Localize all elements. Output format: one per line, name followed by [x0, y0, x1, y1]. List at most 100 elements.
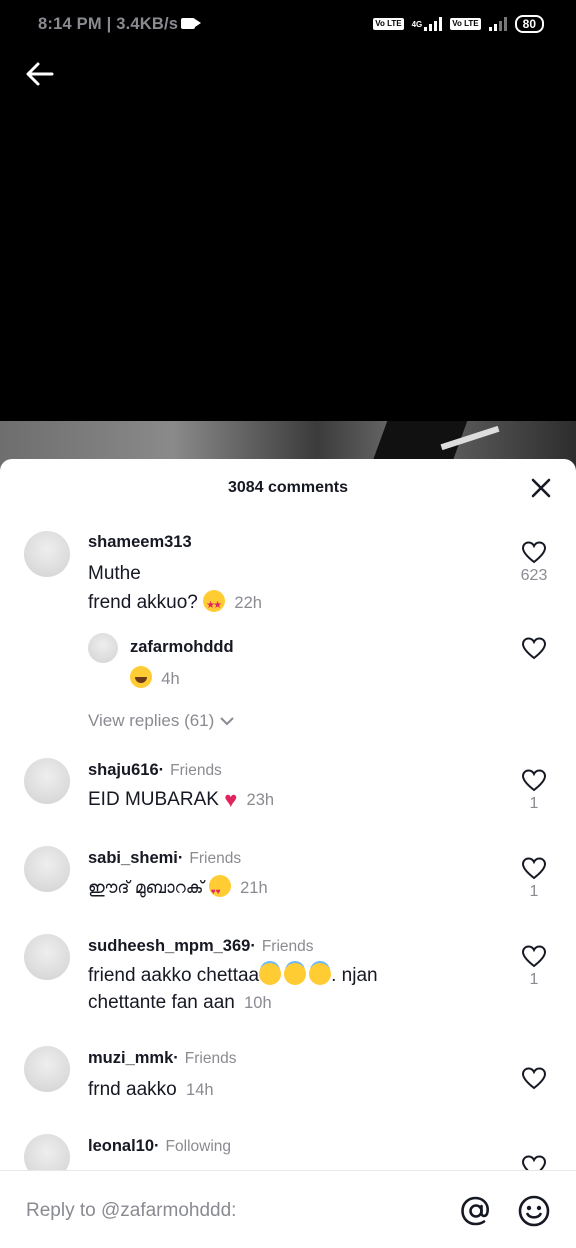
like-button[interactable]: 1: [514, 769, 554, 813]
close-button[interactable]: [530, 477, 552, 499]
emoji-button[interactable]: [516, 1193, 552, 1229]
heart-outline-icon: [521, 945, 547, 968]
comment-count-title: 3084 comments: [227, 479, 349, 496]
reply-username[interactable]: zafarmohddd: [130, 638, 234, 657]
comments-sheet: 3084 comments shameem313 Muthe frend akk…: [0, 459, 576, 1248]
username-separator: ·: [158, 761, 165, 779]
tears-of-joy-emoji-icon: [130, 666, 152, 688]
status-time: 8:14 PM: [38, 15, 102, 33]
comment-text: friend aakko chettaa: [88, 965, 260, 986]
username-separator: ·: [250, 937, 256, 955]
comment-username[interactable]: sabi_shemi· Friends: [88, 849, 241, 868]
chevron-down-icon: [220, 717, 234, 726]
comment-text-line: EID MUBARAK ♥ 23h: [88, 785, 274, 815]
star-struck-emoji-icon: [203, 590, 226, 620]
reply-input[interactable]: [24, 1195, 428, 1227]
comment-list[interactable]: shameem313 Muthe frend akkuo? 22h 623 za…: [0, 515, 576, 1170]
sheet-header: 3084 comments: [0, 459, 576, 515]
comment-text: chettante fan aan: [88, 992, 235, 1013]
heart-outline-icon: [521, 637, 547, 660]
relationship-tag: Friends: [184, 1050, 237, 1067]
status-bar: 8:14 PM | 3.4KB/s Vo LTE 4G Vo LTE 80: [0, 0, 576, 50]
volte-icon-2: Vo LTE: [450, 18, 481, 30]
comment-text-line: frnd aakko 14h: [88, 1075, 214, 1105]
avatar[interactable]: [24, 934, 70, 980]
signal-icon: [424, 17, 443, 31]
screen-record-icon: [181, 18, 202, 29]
like-button[interactable]: [514, 1155, 554, 1170]
comment-text: frnd aakko: [88, 1079, 177, 1100]
reply-bar: [0, 1170, 576, 1248]
status-left: 8:14 PM | 3.4KB/s: [38, 15, 202, 34]
comment-username[interactable]: muzi_mmk· Friends: [88, 1049, 236, 1068]
battery-indicator: 80: [514, 15, 544, 33]
heart-outline-icon: [521, 541, 547, 564]
heart-outline-icon: [521, 769, 547, 792]
halo-emoji-icon: [309, 963, 332, 985]
username-separator: ·: [173, 1049, 179, 1067]
relationship-tag: Friends: [170, 762, 222, 779]
view-replies-button[interactable]: View replies (61): [88, 711, 235, 731]
back-button[interactable]: [22, 56, 58, 92]
username-text: muzi_mmk: [88, 1049, 174, 1067]
heart-outline-icon: [521, 1067, 547, 1090]
like-button[interactable]: [514, 1067, 554, 1091]
avatar[interactable]: [24, 531, 70, 577]
username-text: shaju616: [88, 761, 159, 779]
smiley-icon: [518, 1195, 550, 1227]
comment-username[interactable]: sudheesh_mpm_369· Friends: [88, 937, 314, 956]
reply-time: 4h: [161, 670, 180, 688]
username-text: leonal10: [88, 1137, 155, 1155]
relationship-tag: Friends: [189, 850, 242, 867]
like-button[interactable]: 1: [514, 857, 554, 901]
username-text: shameem313: [88, 533, 192, 551]
username-text: sudheesh_mpm_369: [88, 937, 251, 955]
comment-time: 21h: [240, 879, 268, 897]
view-replies-label: View replies (61): [88, 711, 215, 730]
comment-text: frend akkuo?: [88, 592, 198, 613]
arrow-left-icon: [26, 62, 54, 86]
avatar[interactable]: [24, 846, 70, 892]
red-heart-emoji-icon: ♥: [224, 787, 238, 812]
comment-username[interactable]: leonal10· Following: [88, 1137, 231, 1156]
avatar[interactable]: [24, 1134, 70, 1170]
mention-button[interactable]: [458, 1193, 494, 1229]
username-text: sabi_shemi: [88, 849, 178, 867]
comment-text-line: ഈദ് മുബാറക് 21h: [88, 873, 268, 906]
username-separator: ·: [154, 1137, 160, 1155]
signal-icon-2: [488, 17, 507, 31]
comment-time: 14h: [186, 1081, 214, 1099]
reply-text: 4h: [130, 664, 180, 694]
avatar[interactable]: [24, 1046, 70, 1092]
status-right: Vo LTE 4G Vo LTE 80: [373, 15, 544, 33]
like-count: 1: [529, 795, 539, 812]
comment-text-cont: . njan: [331, 965, 378, 986]
comment-username[interactable]: shameem313: [88, 533, 192, 552]
halo-emoji-icon: [259, 963, 282, 985]
comment-time: 22h: [234, 594, 262, 612]
volte-icon: Vo LTE: [373, 18, 404, 30]
avatar[interactable]: [24, 758, 70, 804]
heart-outline-icon: [521, 857, 547, 880]
like-button[interactable]: 623: [514, 541, 554, 585]
like-count: 1: [529, 883, 539, 900]
comment-text-line-1: friend aakko chettaa . njan: [88, 961, 378, 990]
heart-outline-icon: [521, 1155, 547, 1170]
comment-text: ഈദ് മുബാറക്: [88, 878, 204, 898]
network-type: 4G: [411, 19, 423, 29]
like-count: 1: [529, 971, 539, 988]
status-separator: |: [106, 15, 112, 33]
like-button[interactable]: 1: [514, 945, 554, 989]
at-sign-icon: [461, 1196, 489, 1226]
comment-text-line-1: Muthe: [88, 563, 141, 584]
comment-text-line-2: frend akkuo? 22h: [88, 588, 262, 620]
heart-eyes-emoji-icon: [208, 875, 231, 906]
comment-text: EID MUBARAK: [88, 789, 219, 810]
like-button[interactable]: [514, 637, 554, 661]
like-count: 623: [520, 567, 548, 584]
comment-username[interactable]: shaju616· Friends: [88, 761, 222, 780]
close-icon: [531, 478, 551, 498]
status-network-speed: 3.4KB/s: [116, 15, 179, 33]
halo-emoji-icon: [284, 963, 307, 985]
avatar[interactable]: [88, 633, 118, 663]
